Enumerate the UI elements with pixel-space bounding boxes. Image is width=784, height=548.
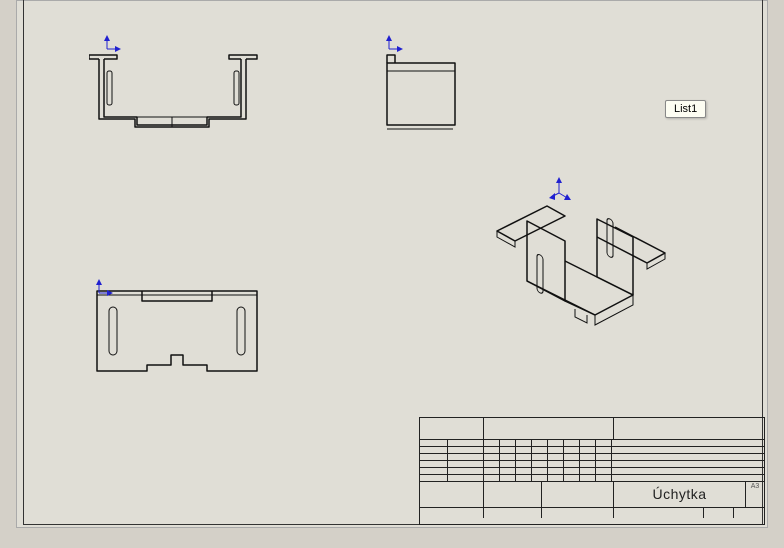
- view-isometric[interactable]: [487, 181, 687, 366]
- flat-drawing: [87, 281, 277, 391]
- view-side[interactable]: [375, 41, 475, 146]
- part-name: Úchytka: [614, 482, 746, 507]
- tb-designed: [420, 418, 484, 439]
- drawing-sheet: Úchytka A3: [16, 0, 768, 528]
- tb-checked: [484, 418, 614, 439]
- tb-company: [614, 418, 764, 439]
- iso-drawing: [487, 181, 687, 361]
- view-front[interactable]: [89, 41, 269, 146]
- sheet-size: A3: [746, 482, 764, 507]
- front-drawing: [89, 41, 269, 141]
- tooltip-label: List1: [674, 103, 697, 115]
- side-drawing: [375, 41, 475, 141]
- sheet-tooltip: List1: [665, 100, 706, 118]
- view-flat[interactable]: [87, 281, 277, 396]
- title-block: Úchytka A3: [419, 417, 765, 525]
